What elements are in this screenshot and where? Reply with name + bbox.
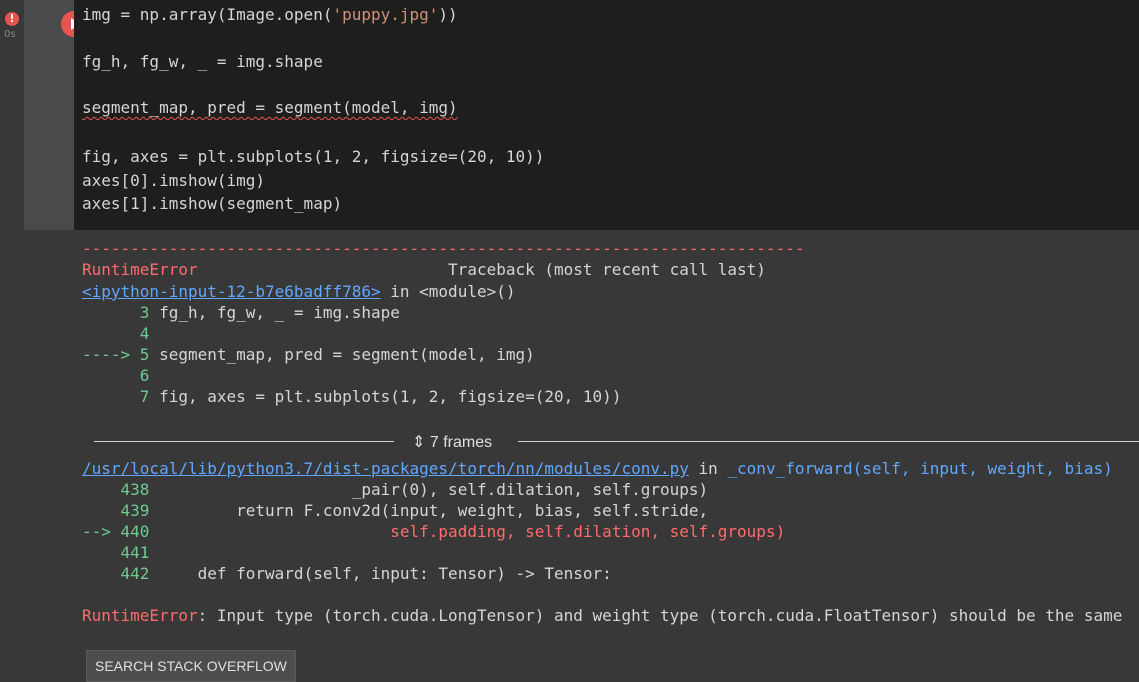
tb1-line-current: ----> 5 segment_map, pred = segment(mode… (82, 345, 535, 364)
conv-location: /usr/local/lib/python3.7/dist-packages/t… (82, 459, 1113, 478)
frames-divider-right (518, 441, 1139, 442)
output-gutter (24, 230, 74, 679)
tb1-line: 6 (139, 366, 150, 385)
tb2-line-current: --> 440 self.padding, self.dilation, sel… (82, 522, 786, 541)
tb1-line: 7 fig, axes = plt.subplots(1, 2, figsize… (139, 387, 622, 406)
conv-file-link[interactable]: /usr/local/lib/python3.7/dist-packages/t… (82, 459, 689, 478)
search-stack-overflow-button[interactable]: SEARCH STACK OVERFLOW (86, 650, 296, 682)
tb1-line: 3 fg_h, fg_w, _ = img.shape (139, 303, 400, 322)
tb2-line: 439 return F.conv2d(input, weight, bias,… (120, 501, 709, 520)
execution-time: 0s (4, 29, 16, 40)
tb2-line: 441 (120, 543, 150, 562)
code-editor[interactable]: img = np.array(Image.open('puppy.jpg')) … (74, 0, 1139, 230)
frames-divider-left (94, 441, 394, 442)
code-line-5: segment_map, pred = segment(model, img) (82, 98, 458, 117)
code-line-3: fg_h, fg_w, _ = img.shape (82, 52, 323, 71)
cell-run-bar (24, 0, 87, 230)
cell-gutter: ! 0s (0, 0, 24, 679)
expand-collapse-icon: ⇕ (412, 434, 430, 451)
input-location: <ipython-input-12-b7e6badff786> in <modu… (82, 282, 516, 301)
code-line-1: img = np.array(Image.open('puppy.jpg')) (82, 5, 458, 24)
code-line-8: axes[0].imshow(img) (82, 171, 266, 190)
collapsed-frames[interactable]: ⇕ 7 frames (94, 432, 1139, 452)
expand-frames-toggle[interactable]: ⇕ 7 frames (412, 432, 492, 452)
traceback-header: RuntimeError Traceback (most recent call… (82, 260, 766, 279)
traceback-separator: ----------------------------------------… (82, 239, 805, 258)
tb1-line: 4 (139, 324, 150, 343)
code-line-7: fig, axes = plt.subplots(1, 2, figsize=(… (82, 147, 545, 166)
error-status-icon[interactable]: ! (5, 12, 19, 26)
tb2-line: 442 def forward(self, input: Tensor) -> … (120, 564, 612, 583)
code-line-9: axes[1].imshow(segment_map) (82, 194, 343, 213)
ipython-input-link[interactable]: <ipython-input-12-b7e6badff786> (82, 282, 381, 301)
error-message: RuntimeError: Input type (torch.cuda.Lon… (82, 606, 1123, 625)
tb2-line: 438 _pair(0), self.dilation, self.groups… (120, 480, 709, 499)
